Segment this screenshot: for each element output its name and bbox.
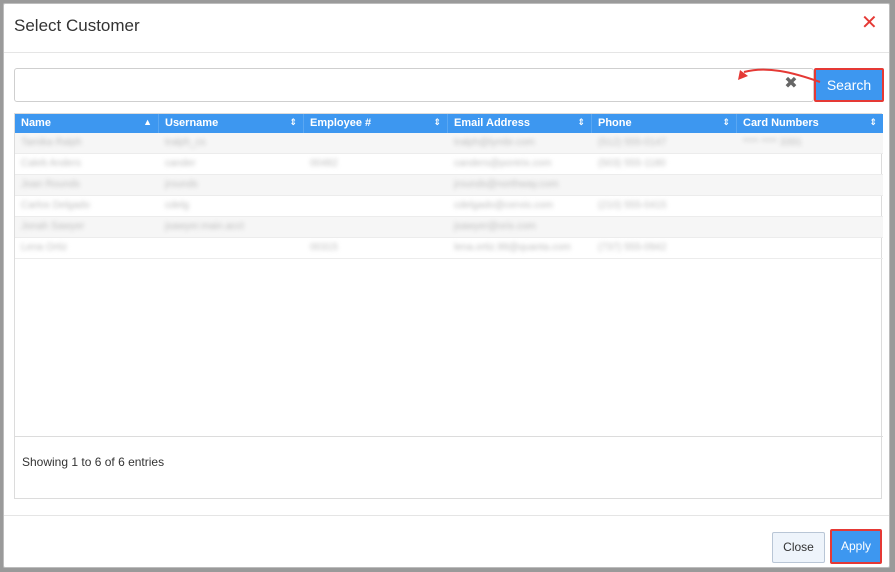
table-footer: Showing 1 to 6 of 6 entries xyxy=(15,436,883,499)
table-row[interactable]: Lena Ortiz 00315 lena.ortiz.99@quanta.co… xyxy=(15,238,883,259)
sort-both-icon: ⇕ xyxy=(722,117,730,127)
column-header-username[interactable]: Username ⇕ xyxy=(159,114,304,133)
entries-count-text: Showing 1 to 6 of 6 entries xyxy=(22,455,165,469)
dialog-title: Select Customer xyxy=(14,16,140,35)
table-row[interactable]: Joan Rounds jrounds jrounds@northway.com xyxy=(15,175,883,196)
search-button[interactable]: Search xyxy=(814,68,884,102)
dialog-footer: Close Apply xyxy=(4,515,889,569)
table-header: Name ▲ Username ⇕ Employee # ⇕ Email Addres… xyxy=(15,114,883,133)
table-body: Tamika Ralph tralph_cs tralph@lymbr.com … xyxy=(15,133,883,259)
dialog-header: Select Customer ✕ xyxy=(4,4,889,53)
search-input[interactable] xyxy=(14,68,814,102)
callout-arrow-icon xyxy=(738,68,821,83)
table-row[interactable]: Caleb Anders cander 00482 canders@pontri… xyxy=(15,154,883,175)
sort-asc-icon: ▲ xyxy=(143,117,152,127)
sort-both-icon: ⇕ xyxy=(869,117,877,127)
background-overlay: Select Customer ✕ ✖ Search Name ▲ Usernam… xyxy=(0,0,895,572)
apply-button[interactable]: Apply xyxy=(830,529,882,564)
column-header-phone[interactable]: Phone ⇕ xyxy=(592,114,737,133)
customer-table: Name ▲ Username ⇕ Employee # ⇕ Email Addres… xyxy=(14,113,883,499)
column-header-name[interactable]: Name ▲ xyxy=(15,114,159,133)
sort-both-icon: ⇕ xyxy=(577,117,585,127)
column-header-card-numbers[interactable]: Card Numbers ⇕ xyxy=(737,114,883,133)
column-header-email[interactable]: Email Address ⇕ xyxy=(448,114,592,133)
table-row[interactable]: Tamika Ralph tralph_cs tralph@lymbr.com … xyxy=(15,133,883,154)
select-customer-dialog: Select Customer ✕ ✖ Search Name ▲ Usernam… xyxy=(3,3,890,568)
sort-both-icon: ⇕ xyxy=(433,117,441,127)
close-icon[interactable]: ✕ xyxy=(861,13,879,33)
column-header-employee[interactable]: Employee # ⇕ xyxy=(304,114,448,133)
table-row[interactable]: Carlos Delgado cdelg cdelgado@cervio.com… xyxy=(15,196,883,217)
table-row[interactable]: Jonah Sawyer jsawyer.main.acct jsawyer@o… xyxy=(15,217,883,238)
close-button[interactable]: Close xyxy=(772,532,825,563)
sort-both-icon: ⇕ xyxy=(289,117,297,127)
